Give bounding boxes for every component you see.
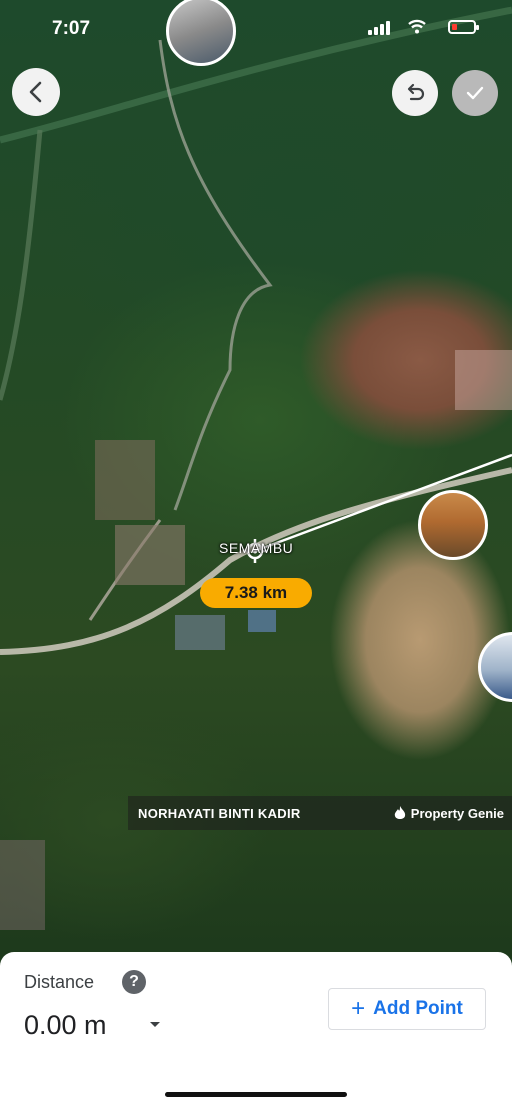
help-icon[interactable]: ? [122,970,146,994]
photo-thumbnail[interactable] [418,490,488,560]
back-button[interactable] [12,68,60,116]
undo-button[interactable] [392,70,438,116]
distance-value: 0.00 m [24,1010,107,1040]
wifi-icon [408,19,426,34]
done-button[interactable] [452,70,498,116]
photo-attribution: NORHAYATI BINTI KADIR Property Genie [128,796,512,830]
satellite-map[interactable]: SEMAMBU 7.38 km NORHAYATI BINTI KADIR Pr… [0,0,512,950]
distance-title: Distance [24,972,95,992]
home-indicator [165,1092,347,1097]
add-point-label: Add Point [373,998,463,1019]
attribution-brand-label: Property Genie [410,805,504,821]
undo-icon [407,83,425,101]
check-icon [466,86,484,100]
status-bar: 7:07 [0,0,512,60]
attribution-brand: Property Genie [393,805,504,821]
flame-icon [394,806,405,819]
unit-dropdown-caret-icon[interactable] [148,1020,162,1030]
signal-icon [368,21,390,35]
measured-distance-pill: 7.38 km [200,578,312,608]
chevron-left-icon [29,81,42,103]
attribution-name: NORHAYATI BINTI KADIR [138,805,301,821]
add-point-button[interactable]: + Add Point [328,988,486,1030]
status-time: 7:07 [52,18,91,39]
battery-icon [448,20,479,34]
plus-icon: + [351,995,366,1022]
distance-sheet: Distance ? 0.00 m + Add Point [0,952,512,1107]
place-label: SEMAMBU [219,540,294,556]
